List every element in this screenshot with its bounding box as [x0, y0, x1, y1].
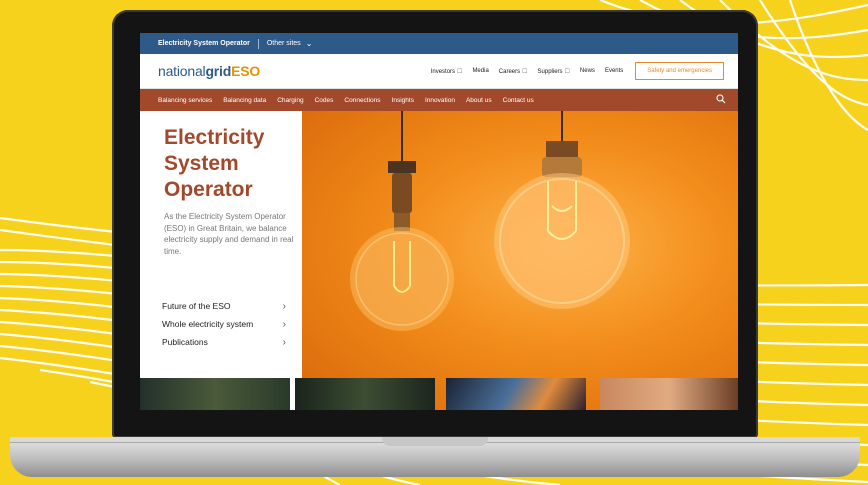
- future-of-eso-link[interactable]: Future of the ESO ›: [162, 297, 286, 315]
- hero-text-panel: Electricity System Operator As the Elect…: [140, 111, 302, 379]
- top-site-bar: Electricity System Operator Other sites …: [140, 33, 738, 54]
- chevron-right-icon: ›: [282, 318, 286, 330]
- nav-innovation[interactable]: Innovation: [425, 97, 455, 104]
- other-sites-dropdown[interactable]: Other sites: [267, 40, 301, 47]
- nav-connections[interactable]: Connections: [344, 97, 380, 104]
- nav-about-us[interactable]: About us: [466, 97, 492, 104]
- card-monitors-image[interactable]: [295, 378, 435, 410]
- utility-links: Investors ☐ Media Careers ☐ Suppliers ☐ New…: [421, 62, 724, 80]
- laptop-notch: [382, 437, 488, 446]
- search-icon[interactable]: [716, 94, 726, 106]
- card-control-room-image[interactable]: [140, 378, 290, 410]
- hero-links: Future of the ESO › Whole electricity sys…: [162, 297, 286, 351]
- chevron-down-icon[interactable]: ⌄: [306, 39, 313, 48]
- careers-link[interactable]: Careers ☐: [499, 68, 528, 75]
- laptop-screen: Electricity System Operator Other sites …: [140, 33, 738, 410]
- page-title: Electricity System Operator: [164, 126, 265, 201]
- news-link[interactable]: News: [580, 68, 595, 74]
- topbar-divider: [257, 38, 259, 49]
- card-light-trails-image[interactable]: [446, 378, 586, 410]
- national-grid-eso-logo[interactable]: nationalgridESO: [158, 63, 260, 79]
- safety-emergencies-button[interactable]: Safety and emergencies: [635, 62, 724, 80]
- external-link-icon: ☐: [564, 68, 570, 75]
- card-person-image[interactable]: [600, 378, 738, 410]
- publications-link[interactable]: Publications ›: [162, 333, 286, 351]
- suppliers-link[interactable]: Suppliers ☐: [538, 68, 570, 75]
- nav-charging[interactable]: Charging: [277, 97, 303, 104]
- nav-contact-us[interactable]: Contact us: [503, 97, 534, 104]
- events-link[interactable]: Events: [605, 68, 623, 74]
- external-link-icon: ☐: [522, 68, 528, 75]
- chevron-right-icon: ›: [282, 300, 286, 312]
- whole-electricity-system-link[interactable]: Whole electricity system ›: [162, 315, 286, 333]
- main-navigation: Balancing services Balancing data Chargi…: [140, 89, 738, 111]
- nav-insights[interactable]: Insights: [392, 97, 414, 104]
- nav-balancing-data[interactable]: Balancing data: [223, 97, 266, 104]
- hero-description: As the Electricity System Operator (ESO)…: [164, 212, 294, 256]
- nav-codes[interactable]: Codes: [315, 97, 334, 104]
- nav-balancing-services[interactable]: Balancing services: [158, 97, 212, 104]
- content-cards-row: [140, 378, 738, 410]
- chevron-right-icon: ›: [282, 336, 286, 348]
- external-link-icon: ☐: [457, 68, 463, 75]
- hero-lightbulb-image: [302, 111, 738, 410]
- hero-section: Electricity System Operator As the Elect…: [140, 111, 738, 410]
- media-link[interactable]: Media: [472, 68, 488, 74]
- site-header: nationalgridESO Investors ☐ Media Careers…: [140, 54, 738, 89]
- current-site-link[interactable]: Electricity System Operator: [158, 40, 250, 47]
- laptop-base: [10, 437, 860, 477]
- investors-link[interactable]: Investors ☐: [431, 68, 463, 75]
